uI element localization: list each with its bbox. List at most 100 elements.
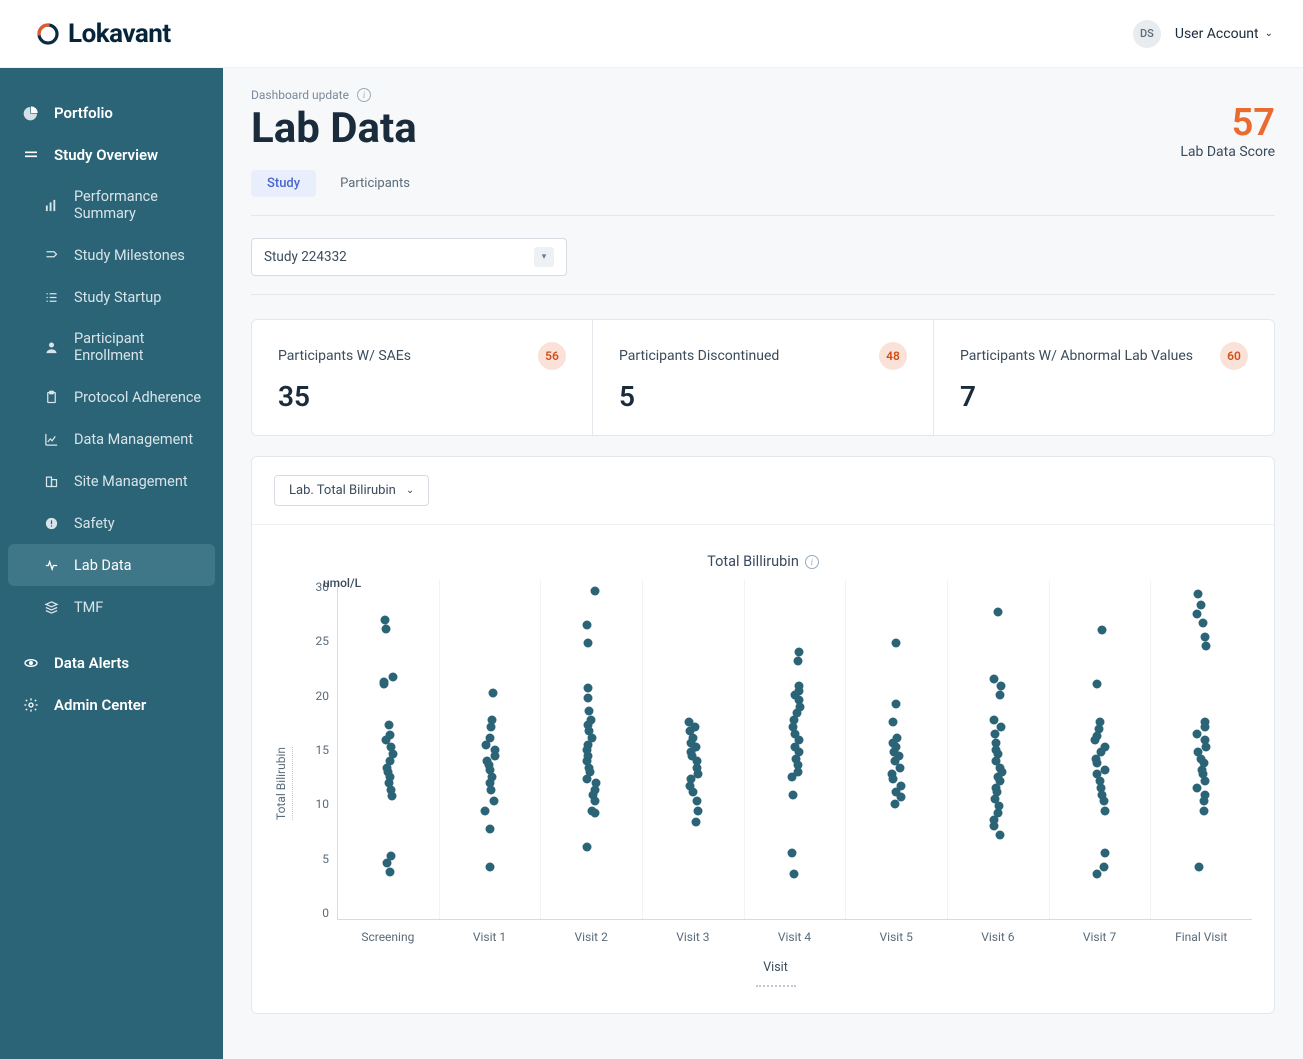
data-point <box>1100 849 1109 858</box>
topbar: Lokavant DS User Account ⌄ <box>0 0 1303 68</box>
sidebar: Portfolio Study Overview Performance Sum… <box>0 68 223 1059</box>
visit-column <box>338 580 440 919</box>
avatar[interactable]: DS <box>1133 20 1161 48</box>
data-point <box>583 693 592 702</box>
score-label: Lab Data Score <box>1180 144 1275 160</box>
sidebar-item-site-management[interactable]: Site Management <box>0 460 223 502</box>
heart-icon <box>42 556 60 574</box>
sidebar-item-performance-summary[interactable]: Performance Summary <box>0 176 223 234</box>
layers-icon <box>22 146 40 164</box>
milestone-icon <box>42 246 60 264</box>
drag-handle-icon[interactable] <box>756 985 796 987</box>
kpi-badge: 56 <box>538 342 566 370</box>
data-point <box>1100 765 1109 774</box>
visit-column <box>440 580 542 919</box>
main-content: Dashboard update i Lab Data 57 Lab Data … <box>223 68 1303 1059</box>
gear-icon <box>22 696 40 714</box>
data-point <box>889 718 898 727</box>
data-point <box>584 639 593 648</box>
data-point <box>990 729 999 738</box>
data-point <box>793 657 802 666</box>
lab-metric-select[interactable]: Lab. Total Bilirubin ⌄ <box>274 475 429 506</box>
sidebar-item-admin-center[interactable]: Admin Center <box>0 684 223 726</box>
sidebar-item-lab-data[interactable]: Lab Data <box>8 544 215 586</box>
score-value: 57 <box>1180 104 1275 142</box>
data-point <box>1202 641 1211 650</box>
data-point <box>892 700 901 709</box>
data-point <box>481 806 490 815</box>
kpi-saes: Participants W/ SAEs56 35 <box>252 320 593 435</box>
data-point <box>382 624 391 633</box>
x-axis-label: Visit <box>299 960 1252 975</box>
data-point <box>1193 609 1202 618</box>
chevron-down-icon: ▾ <box>534 247 554 267</box>
data-point <box>389 673 398 682</box>
sidebar-item-study-overview[interactable]: Study Overview <box>0 134 223 176</box>
data-point <box>1192 783 1201 792</box>
visit-column <box>643 580 745 919</box>
data-point <box>1197 600 1206 609</box>
data-point <box>1098 625 1107 634</box>
sidebar-item-portfolio[interactable]: Portfolio <box>0 92 223 134</box>
data-point <box>789 869 798 878</box>
logo-icon <box>36 22 60 46</box>
info-icon[interactable]: i <box>805 555 819 569</box>
data-point <box>693 797 702 806</box>
data-point <box>994 607 1003 616</box>
sidebar-item-study-startup[interactable]: Study Startup <box>0 276 223 318</box>
visit-column <box>541 580 643 919</box>
sidebar-item-study-milestones[interactable]: Study Milestones <box>0 234 223 276</box>
data-point <box>590 587 599 596</box>
data-point <box>1091 736 1100 745</box>
line-chart-icon <box>42 430 60 448</box>
data-point <box>583 621 592 630</box>
chevron-down-icon: ⌄ <box>406 485 414 496</box>
kpi-discontinued: Participants Discontinued48 5 <box>593 320 934 435</box>
data-point <box>1100 863 1109 872</box>
sidebar-item-safety[interactable]: Safety <box>0 502 223 544</box>
building-icon <box>42 472 60 490</box>
data-point <box>1200 806 1209 815</box>
tab-study[interactable]: Study <box>251 170 316 197</box>
visit-column <box>948 580 1050 919</box>
data-point <box>490 752 499 761</box>
brand-name: Lokavant <box>68 19 171 49</box>
study-select[interactable]: Study 224332 ▾ <box>251 238 567 276</box>
tab-participants[interactable]: Participants <box>324 170 426 197</box>
data-point <box>1194 863 1203 872</box>
sidebar-item-participant-enrollment[interactable]: Participant Enrollment <box>0 318 223 376</box>
data-point <box>891 799 900 808</box>
bar-chart-icon <box>42 196 60 214</box>
score-block: 57 Lab Data Score <box>1180 104 1275 160</box>
user-account-menu[interactable]: User Account ⌄ <box>1175 26 1273 42</box>
tabs: Study Participants <box>251 170 1275 197</box>
chart-plot: umol/L 302520151050 ScreeningVisit 1Visi… <box>299 580 1252 987</box>
data-point <box>990 822 999 831</box>
visit-column <box>846 580 948 919</box>
divider <box>252 524 1274 525</box>
data-point <box>591 797 600 806</box>
data-point <box>482 740 491 749</box>
checklist-icon <box>42 288 60 306</box>
data-point <box>997 682 1006 691</box>
data-point <box>1199 797 1208 806</box>
info-icon[interactable]: i <box>357 88 371 102</box>
data-point <box>896 763 905 772</box>
sidebar-item-tmf[interactable]: TMF <box>0 586 223 628</box>
page-title: Lab Data <box>251 104 417 153</box>
data-point <box>381 615 390 624</box>
data-point <box>1200 632 1209 641</box>
data-point <box>1100 806 1109 815</box>
data-point <box>388 791 397 800</box>
chart-title: Total Billirubin i <box>274 553 1252 570</box>
sidebar-item-protocol-adherence[interactable]: Protocol Adherence <box>0 376 223 418</box>
user-area: DS User Account ⌄ <box>1133 20 1273 48</box>
sidebar-item-data-alerts[interactable]: Data Alerts <box>0 642 223 684</box>
sidebar-item-data-management[interactable]: Data Management <box>0 418 223 460</box>
kpi-row: Participants W/ SAEs56 35 Participants D… <box>251 319 1275 436</box>
plot-area <box>337 580 1252 920</box>
alert-icon <box>42 514 60 532</box>
visit-column <box>1050 580 1152 919</box>
brand-logo: Lokavant <box>36 19 171 49</box>
data-point <box>490 797 499 806</box>
